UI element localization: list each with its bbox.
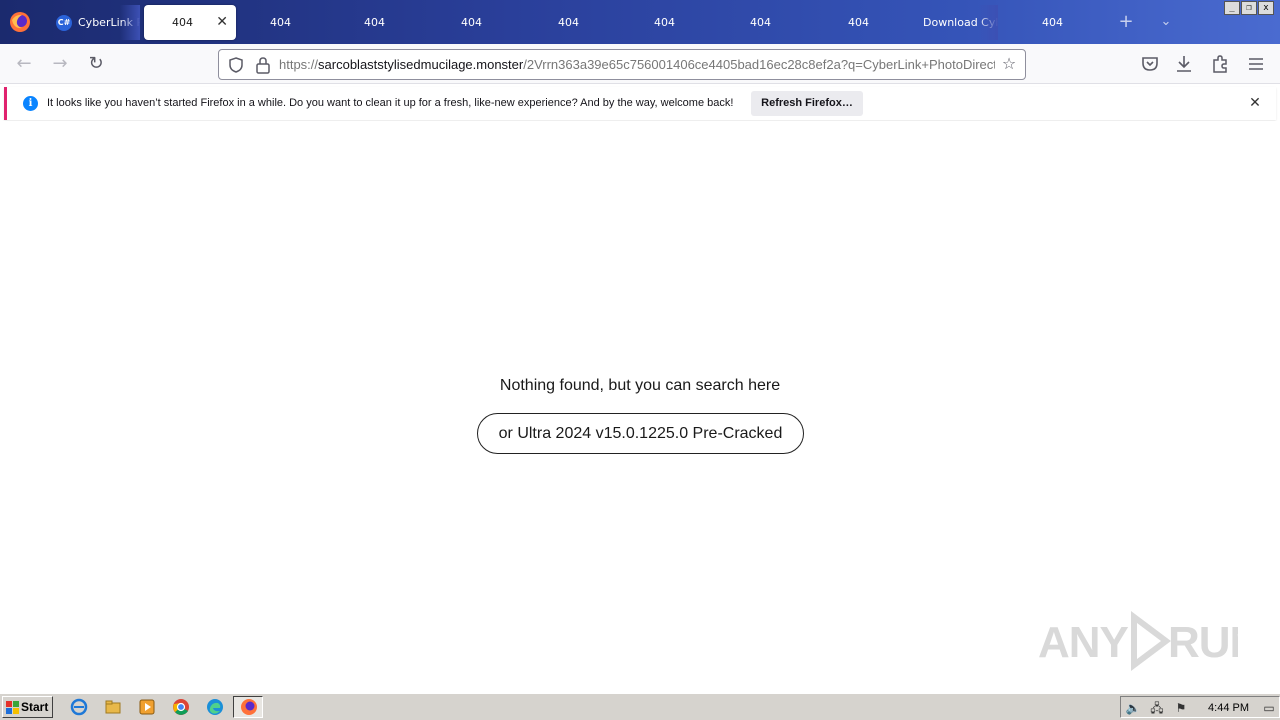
- tab-download-cyberlink[interactable]: Download Cybe: [912, 5, 998, 40]
- new-tab-icon[interactable]: +: [1114, 10, 1138, 34]
- chevron-down-icon[interactable]: ⌄: [1154, 10, 1178, 34]
- tab-label: 404: [654, 16, 675, 29]
- extensions-icon[interactable]: [1208, 52, 1232, 76]
- anyrun-logo: ANY RUN: [1038, 611, 1261, 671]
- firefox-icon[interactable]: [8, 10, 32, 34]
- tab-404[interactable]: 404: [624, 5, 716, 40]
- edge-icon[interactable]: [206, 698, 224, 716]
- tab-404[interactable]: 404: [336, 5, 428, 40]
- clock: 4:44 PM: [1208, 702, 1249, 714]
- menu-icon[interactable]: [1244, 52, 1268, 76]
- svg-text:ANY: ANY: [1038, 618, 1129, 667]
- tab-cyberlink[interactable]: C# CyberLink P: [44, 5, 140, 40]
- window-controls: _ ❐ x: [1224, 1, 1274, 15]
- taskbar: Start 🔈 🖧 ⚑ 4:44 PM ▭: [0, 693, 1280, 720]
- refresh-firefox-button[interactable]: Refresh Firefox…: [751, 91, 863, 116]
- tab-404-active[interactable]: 404 ✕: [144, 5, 236, 40]
- url-scheme: https://: [279, 57, 319, 72]
- notification-bar: i It looks like you haven’t started Fire…: [4, 87, 1276, 120]
- tab-label: 404: [172, 16, 193, 29]
- reload-icon[interactable]: ↻: [84, 52, 108, 76]
- tab-label: 404: [364, 16, 385, 29]
- url-path: /2Vrrn363a39e65c756001406ce4405bad16ec28…: [523, 57, 995, 72]
- close-icon[interactable]: ✕: [1246, 94, 1264, 112]
- media-player-icon[interactable]: [138, 698, 156, 716]
- not-found-heading: Nothing found, but you can search here: [499, 377, 781, 394]
- close-window-icon[interactable]: x: [1258, 1, 1274, 15]
- tab-label: 404: [1042, 16, 1063, 29]
- close-tab-icon[interactable]: ✕: [216, 5, 228, 40]
- volume-icon[interactable]: 🔈: [1125, 700, 1141, 716]
- tab-404[interactable]: 404: [528, 5, 620, 40]
- tab-404[interactable]: 404: [240, 5, 332, 40]
- url-host: sarcoblaststylisedmucilage.monster: [318, 57, 524, 72]
- internet-explorer-icon[interactable]: [70, 698, 88, 716]
- svg-text:RUN: RUN: [1168, 618, 1238, 667]
- start-label: Start: [21, 700, 49, 714]
- search-input[interactable]: or Ultra 2024 v15.0.1225.0 Pre-Cracked: [477, 413, 804, 454]
- restore-icon[interactable]: ❐: [1241, 1, 1257, 15]
- anyrun-watermark: ANY RUN: [1038, 609, 1261, 673]
- tab-label: 404: [558, 16, 579, 29]
- url-text[interactable]: https://sarcoblaststylisedmucilage.monst…: [279, 50, 995, 79]
- tab-label: 404: [270, 16, 291, 29]
- shield-icon[interactable]: [227, 56, 245, 74]
- show-desktop-icon[interactable]: ▭: [1261, 700, 1277, 716]
- tab-404[interactable]: 404: [816, 5, 908, 40]
- tab-label: 404: [461, 16, 482, 29]
- lock-icon[interactable]: [255, 56, 271, 74]
- cyberlink-icon: C#: [56, 15, 72, 31]
- taskbar-firefox-button[interactable]: [233, 696, 263, 718]
- tab-strip: C# CyberLink P 404 ✕ 404 404 404 404 404…: [0, 0, 1280, 44]
- start-button[interactable]: Start: [2, 696, 53, 718]
- bookmark-star-icon[interactable]: ☆: [999, 54, 1019, 74]
- address-bar[interactable]: https://sarcoblaststylisedmucilage.monst…: [218, 49, 1026, 80]
- back-icon[interactable]: ←: [12, 52, 36, 76]
- info-icon: i: [23, 96, 38, 111]
- tab-404[interactable]: 404: [432, 5, 524, 40]
- tab-label: 404: [848, 16, 869, 29]
- flag-icon[interactable]: ⚑: [1173, 700, 1189, 716]
- file-explorer-icon[interactable]: [104, 698, 122, 716]
- nav-toolbar: ← → ↻ https://sarcoblaststylisedmucilage…: [0, 44, 1280, 84]
- download-icon[interactable]: [1172, 52, 1196, 76]
- page-content: Nothing found, but you can search here o…: [0, 121, 1280, 693]
- tab-404[interactable]: 404: [1008, 5, 1100, 40]
- minimize-icon[interactable]: _: [1224, 1, 1240, 15]
- pocket-icon[interactable]: [1138, 52, 1162, 76]
- tab-404[interactable]: 404: [720, 5, 812, 40]
- notification-message: It looks like you haven’t started Firefo…: [47, 97, 734, 109]
- forward-icon[interactable]: →: [48, 52, 72, 76]
- network-icon[interactable]: 🖧: [1149, 700, 1165, 716]
- tab-label: 404: [750, 16, 771, 29]
- firefox-icon: [241, 699, 257, 715]
- windows-flag-icon: [6, 701, 19, 714]
- system-tray: 🔈 🖧 ⚑ 4:44 PM ▭: [1120, 696, 1280, 718]
- chrome-icon[interactable]: [172, 698, 190, 716]
